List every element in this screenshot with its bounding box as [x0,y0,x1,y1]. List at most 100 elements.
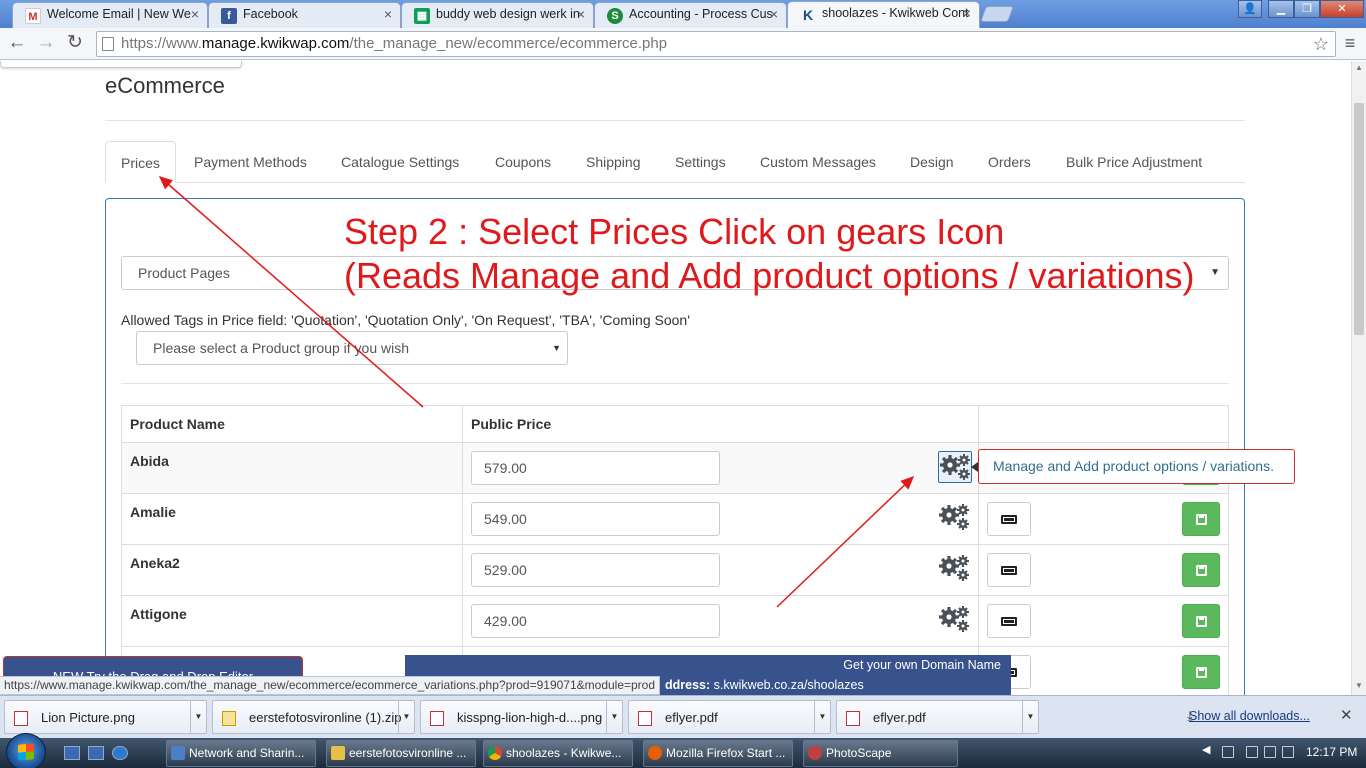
pdf-file-icon [638,711,652,726]
taskbar-item[interactable]: Mozilla Firefox Start ... [643,740,793,767]
product-group-select[interactable]: Please select a Product group if you wis… [136,331,568,365]
user-icon[interactable]: 👤 [1238,0,1262,18]
download-filename: eflyer.pdf [665,710,718,725]
price-input[interactable]: 529.00 [471,553,720,587]
image-file-icon [430,711,444,726]
close-icon[interactable]: × [191,3,199,25]
price-input[interactable]: 549.00 [471,502,720,536]
product-name: Aneka2 [130,555,180,571]
scroll-down-icon[interactable]: ▼ [1355,681,1363,690]
site-address: s.kwikweb.co.za/shoolazes [713,678,864,692]
start-button[interactable] [6,733,46,768]
tab-catalogue-settings[interactable]: Catalogue Settings [326,141,474,183]
network-tray-icon[interactable] [1246,746,1258,758]
save-button[interactable] [1182,553,1220,587]
chevron-down-icon[interactable]: ▼ [606,701,622,733]
bookmark-star-icon[interactable]: ☆ [1313,32,1329,56]
scroll-up-icon[interactable]: ▲ [1355,63,1363,72]
toggle-button[interactable] [987,604,1031,638]
divider [105,120,1245,121]
vertical-scrollbar[interactable]: ▲ ▼ [1351,61,1366,695]
new-tab-button[interactable] [980,6,1014,22]
product-name: Attigone [130,606,187,622]
firefox-icon [648,746,662,760]
tab-prices[interactable]: Prices [105,141,176,183]
taskbar-item[interactable]: eerstefotosvironline ... [326,740,476,767]
price-input[interactable]: 429.00 [471,604,720,638]
close-icon[interactable]: × [384,3,392,25]
url-prefix: https://www. [121,35,202,52]
browser-tab-facebook[interactable]: f Facebook × [208,2,401,28]
volume-icon[interactable] [1282,746,1294,758]
annotation-line-1: Step 2 : Select Prices Click on gears Ic… [344,211,1005,252]
table-row: Attigone 429.00 [121,595,1229,647]
browser-tab-accounting[interactable]: S Accounting - Process Cus × [594,2,787,28]
tab-custom-messages[interactable]: Custom Messages [745,141,891,183]
close-icon[interactable]: × [577,3,585,25]
close-icon[interactable]: × [770,3,778,25]
toggle-button[interactable] [987,502,1031,536]
gears-icon[interactable] [937,502,972,534]
tab-orders[interactable]: Orders [973,141,1046,183]
gears-icon[interactable] [938,451,972,483]
chevron-down-icon[interactable]: ▼ [814,701,830,733]
minimize-button[interactable]: ▁ [1268,0,1294,18]
folder-icon [331,746,345,760]
price-input[interactable]: 579.00 [471,451,720,485]
taskbar-item[interactable]: Network and Sharin... [166,740,316,767]
chrome-icon [488,746,502,760]
keyboard-icon[interactable] [1222,746,1234,758]
chevron-down-icon[interactable]: ▼ [1022,701,1038,733]
show-desktop-icon[interactable] [64,746,80,760]
url-domain: manage.kwikwap.com [201,35,350,52]
download-filename: eerstefotosvironline (1).zip [249,710,402,725]
reload-icon[interactable]: ↻ [62,31,88,57]
scrollbar-thumb[interactable] [1354,103,1364,335]
address-bar[interactable]: https://www.manage.kwikwap.com/the_manag… [96,31,1336,57]
gears-icon[interactable] [937,553,972,585]
restore-button[interactable]: ❐ [1294,0,1320,18]
browser-tab-kwikweb[interactable]: K shoolazes - Kwikweb Cont × [787,1,980,28]
select-placeholder: Please select a Product group if you wis… [153,340,410,356]
tray-expand-icon[interactable]: ◀ [1202,743,1210,756]
save-button[interactable] [1182,604,1220,638]
save-button[interactable] [1182,502,1220,536]
tab-coupons[interactable]: Coupons [480,141,566,183]
save-button[interactable] [1182,655,1220,689]
download-item[interactable]: eflyer.pdf ▼ [836,700,1039,734]
show-all-downloads-link[interactable]: Show all downloads... [1187,708,1310,724]
close-icon[interactable]: × [963,2,971,24]
ecommerce-tabs: Prices Payment Methods Catalogue Setting… [105,141,1245,183]
taskbar-item[interactable]: PhotoScape [803,740,958,767]
browser-tab-sheets[interactable]: ▦ buddy web design werk in × [401,2,594,28]
caret-icon: ▼ [552,343,561,353]
browser-tab-gmail[interactable]: M Welcome Email | New We × [12,2,208,28]
close-icon[interactable]: ✕ [1340,706,1353,724]
back-icon[interactable]: ← [4,31,30,57]
tab-shipping[interactable]: Shipping [571,141,656,183]
network-icon [171,746,185,760]
tab-settings[interactable]: Settings [660,141,741,183]
tab-design[interactable]: Design [895,141,969,183]
clock[interactable]: 12:17 PM [1306,745,1357,759]
gears-icon[interactable] [937,604,972,636]
explorer-icon[interactable] [88,746,104,760]
window-close-button[interactable]: ✕ [1320,0,1364,18]
toggle-button[interactable] [987,553,1031,587]
tab-bulk-price-adjustment[interactable]: Bulk Price Adjustment [1051,141,1217,183]
download-item[interactable]: Lion Picture.png ▼ [4,700,207,734]
menu-icon[interactable]: ≡ [1340,31,1360,55]
taskbar-item[interactable]: shoolazes - Kwikwe... [483,740,633,767]
product-name: Abida [130,453,169,469]
download-item[interactable]: eflyer.pdf ▼ [628,700,831,734]
tooltip-text: Manage and Add product options / variati… [993,458,1274,474]
download-item[interactable]: kisspng-lion-high-d....png ▼ [420,700,623,734]
download-item[interactable]: eerstefotosvironline (1).zip ▼ [212,700,415,734]
chevron-down-icon[interactable]: ▼ [398,701,414,733]
browser-tab-title: buddy web design werk in [436,7,580,21]
internet-explorer-icon[interactable] [112,746,128,760]
network-tray-icon[interactable] [1264,746,1276,758]
tab-payment-methods[interactable]: Payment Methods [179,141,322,183]
chevron-down-icon[interactable]: ▼ [190,701,206,733]
forward-icon[interactable]: → [33,31,59,57]
